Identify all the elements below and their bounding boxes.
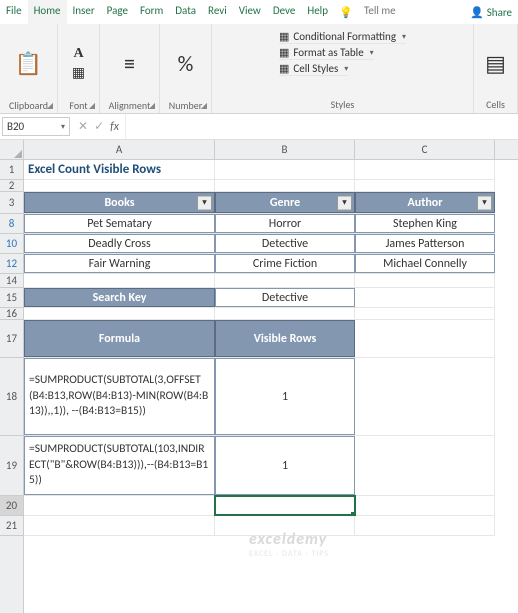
row-header-1[interactable]: 1 (0, 160, 23, 180)
table-cell[interactable]: Fair Warning (24, 254, 215, 273)
table-cell[interactable]: Michael Connelly (355, 254, 495, 273)
tab-developer[interactable]: Deve (267, 0, 302, 24)
tab-view[interactable]: View (233, 0, 267, 24)
chevron-down-icon: ▾ (344, 64, 348, 74)
row-header-10[interactable]: 10 (0, 234, 23, 254)
filter-active-icon[interactable]: ▾ (337, 195, 352, 210)
group-styles-label: Styles (331, 98, 355, 111)
row-header-8[interactable]: 8 (0, 214, 23, 234)
row-header-21[interactable]: 21 (0, 516, 23, 536)
name-box[interactable]: B20▾ (2, 117, 70, 136)
row-header-17[interactable]: 17 (0, 320, 23, 358)
table-cell[interactable]: Detective (215, 234, 355, 253)
col-header-b[interactable]: B (215, 140, 355, 159)
filter-dropdown-icon[interactable]: ▾ (197, 195, 212, 210)
chevron-down-icon: ▾ (370, 48, 374, 58)
col-header-a[interactable]: A (24, 140, 215, 159)
tab-data[interactable]: Data (169, 0, 202, 24)
tab-review[interactable]: Revi (202, 0, 233, 24)
share-icon: 👤 (470, 6, 484, 19)
ribbon: 📋 Clipboard ◢ A▦ Font ◢ ≡ Alignment ◢ % … (0, 24, 518, 114)
visible-rows-header[interactable]: Visible Rows (215, 320, 355, 357)
group-font-label: Font (69, 99, 87, 112)
formula-cell-1[interactable]: =SUMPRODUCT(SUBTOTAL(3,OFFSET(B4:B13,ROW… (24, 358, 215, 435)
tab-home[interactable]: Home (28, 0, 67, 24)
enter-icon[interactable]: ✓ (94, 119, 104, 134)
row-header-16[interactable]: 16 (0, 308, 23, 320)
table-cell[interactable]: Deadly Cross (24, 234, 215, 253)
tab-formulas[interactable]: Form (134, 0, 169, 24)
clipboard-dialog-launcher[interactable]: ◢ (47, 101, 53, 111)
cells-area: Excel Count Visible Rows Books▾ Genre▾ A… (24, 160, 495, 613)
table-header-books[interactable]: Books▾ (24, 192, 215, 213)
conditional-formatting-icon: ▦ (279, 30, 289, 43)
paste-icon[interactable]: 📋 (6, 28, 51, 99)
conditional-formatting-button[interactable]: ▦Conditional Formatting▾ (279, 30, 406, 44)
format-as-table-button[interactable]: ▦Format as Table▾ (279, 46, 374, 60)
row-header-3[interactable]: 3 (0, 192, 23, 214)
cells-icon[interactable]: ▤ (480, 28, 511, 98)
search-key-value[interactable]: Detective (215, 288, 355, 307)
font-format-icon[interactable]: A (73, 46, 83, 62)
table-cell[interactable]: Crime Fiction (215, 254, 355, 273)
tab-insert[interactable]: Inser (67, 0, 101, 24)
search-key-label[interactable]: Search Key (24, 288, 215, 307)
cancel-icon[interactable]: ✕ (78, 119, 88, 134)
title-cell[interactable]: Excel Count Visible Rows (24, 160, 215, 179)
alignment-dialog-launcher[interactable]: ◢ (149, 101, 155, 111)
row-header-19[interactable]: 19 (0, 436, 23, 496)
tab-page-layout[interactable]: Page (101, 0, 134, 24)
alignment-icon[interactable]: ≡ (106, 28, 153, 99)
cell-styles-icon: ▦ (279, 62, 289, 75)
format-table-icon: ▦ (279, 46, 289, 59)
col-header-c[interactable]: C (355, 140, 495, 159)
lightbulb-icon[interactable]: 💡 (334, 0, 358, 24)
active-cell[interactable] (215, 496, 355, 515)
table-header-author[interactable]: Author▾ (355, 192, 495, 213)
row-header-20[interactable]: 20 (0, 496, 23, 516)
group-number-label: Number (169, 99, 202, 112)
fx-icon[interactable]: fx (110, 120, 119, 134)
filter-active-icon[interactable]: ▾ (477, 195, 492, 210)
row-header-18[interactable]: 18 (0, 358, 23, 436)
border-icon[interactable]: ▦ (72, 64, 85, 81)
table-cell[interactable]: Stephen King (355, 214, 495, 233)
group-alignment-label: Alignment (109, 99, 151, 112)
chevron-down-icon: ▾ (402, 32, 406, 42)
table-cell[interactable]: Horror (215, 214, 355, 233)
result-cell-2[interactable]: 1 (215, 436, 355, 495)
number-dialog-launcher[interactable]: ◢ (201, 101, 207, 111)
select-all-corner[interactable] (0, 140, 24, 160)
row-headers: 123810121415161718192021 (0, 160, 24, 613)
row-header-15[interactable]: 15 (0, 288, 23, 308)
row-header-12[interactable]: 12 (0, 254, 23, 274)
formula-cell-2[interactable]: =SUMPRODUCT(SUBTOTAL(103,INDIRECT("B"&RO… (24, 436, 215, 495)
font-dialog-launcher[interactable]: ◢ (89, 101, 95, 111)
tab-help[interactable]: Help (301, 0, 334, 24)
share-button[interactable]: 👤Share (464, 0, 518, 24)
formula-bar-row: B20▾ ✕ ✓ fx (0, 114, 518, 140)
table-header-genre[interactable]: Genre▾ (215, 192, 355, 213)
group-clipboard-label: Clipboard (9, 99, 48, 112)
tab-file[interactable]: File (0, 0, 28, 24)
formula-bar[interactable] (125, 114, 518, 139)
group-cells-label: Cells (486, 98, 505, 111)
formula-header[interactable]: Formula (24, 320, 215, 357)
cell-styles-button[interactable]: ▦Cell Styles▾ (279, 62, 348, 76)
table-cell[interactable]: Pet Sematary (24, 214, 215, 233)
tell-me-input[interactable]: Tell me (358, 0, 464, 24)
table-cell[interactable]: James Patterson (355, 234, 495, 253)
row-header-14[interactable]: 14 (0, 274, 23, 288)
ribbon-tabs: File Home Inser Page Form Data Revi View… (0, 0, 518, 24)
result-cell-1[interactable]: 1 (215, 358, 355, 435)
chevron-down-icon: ▾ (61, 122, 65, 132)
number-format-icon[interactable]: % (166, 28, 205, 99)
row-header-2[interactable]: 2 (0, 180, 23, 192)
